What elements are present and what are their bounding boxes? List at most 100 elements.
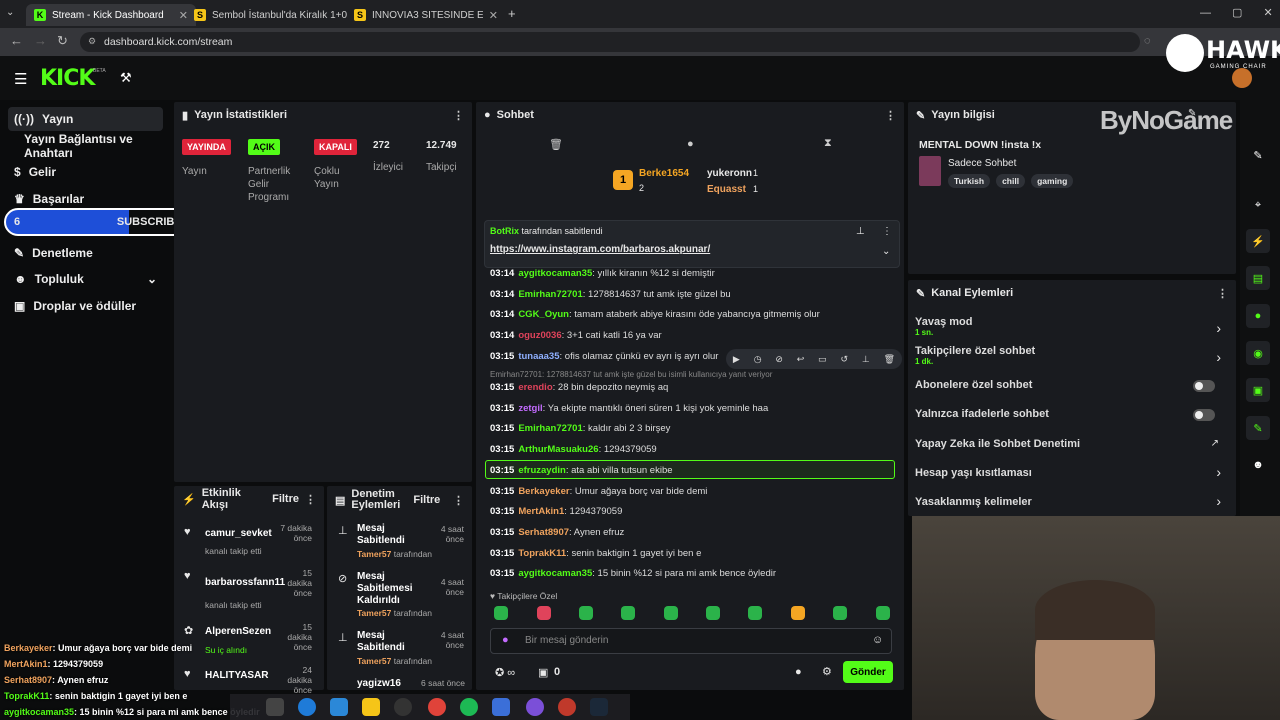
chat-bubble-icon[interactable]: ● (687, 138, 694, 150)
modlog-filter[interactable]: Filtre (413, 494, 440, 506)
steam-icon[interactable] (590, 698, 608, 716)
wrench-icon[interactable]: ✎ (1246, 416, 1270, 440)
message-action-bar[interactable]: ▶ ◷ ⊘ ↩ ▭ ↺ ⊥ 🗑 (726, 349, 902, 369)
chat-message[interactable]: 03:15 efruzaydin: ata abi villa tutsun ek… (490, 465, 673, 476)
chat-message[interactable]: 03:15 ArthurMasuaku26: 1294379059 (490, 444, 657, 455)
tab-innovia[interactable]: S İNNOVİA3 SİTESİNDE EŞYALI KİRA ✕ (346, 4, 506, 26)
people-icon[interactable]: ☻ (1246, 453, 1270, 477)
avatar[interactable] (1232, 68, 1252, 88)
tab-search-icon[interactable]: ⌄ (6, 7, 14, 18)
kick-logo[interactable]: KICK (40, 66, 95, 91)
chat-message[interactable]: 03:15 ToprakK11: senin baktigin 1 gayet i… (490, 548, 701, 559)
tab-kick-dashboard[interactable]: K Stream - Kick Dashboard ✕ (26, 4, 196, 26)
more-icon[interactable]: ⋮ (453, 109, 464, 122)
spotify-icon[interactable] (460, 698, 478, 716)
close-icon[interactable]: ✕ (489, 9, 498, 22)
toggle-switch[interactable] (1193, 409, 1215, 421)
chat-message[interactable]: 03:14 Emirhan72701: 1278814637 tut amk iş… (490, 289, 731, 300)
sidebar-item-stream-key[interactable]: Yayın Bağlantısı ve Anahtarı (18, 132, 170, 160)
more-icon[interactable]: ⋮ (882, 226, 892, 237)
network-icon[interactable] (492, 698, 510, 716)
edge-icon[interactable] (298, 698, 316, 716)
emote-icon[interactable] (791, 606, 805, 620)
tag[interactable]: Turkish (948, 174, 991, 188)
emote-icon[interactable] (621, 606, 635, 620)
chat-message[interactable]: 03:14 aygitkocaman35: yıllık kiranın %12 … (490, 268, 715, 279)
chat-message[interactable]: 03:14 oguz0036: 3+1 cati katli 16 ya var (490, 330, 662, 341)
activity-filter[interactable]: Filtre (272, 493, 299, 505)
obs-icon[interactable] (558, 698, 576, 716)
sidebar-item-denetleme[interactable]: ✎ Denetleme (8, 241, 163, 265)
send-button[interactable]: Gönder (843, 661, 893, 683)
focus-icon[interactable]: ⌖ (1246, 193, 1270, 217)
toggle-switch[interactable] (1193, 380, 1215, 392)
chat-message[interactable]: 03:15 Emirhan72701: kaldır abi 2 3 birşey (490, 423, 670, 434)
emote-icon[interactable] (494, 606, 508, 620)
forward-icon[interactable]: → (34, 33, 47, 48)
more-icon[interactable]: ⋮ (1217, 287, 1228, 300)
menu-icon[interactable]: ☰ (14, 70, 27, 88)
emote-icon[interactable] (833, 606, 847, 620)
shield-icon[interactable]: ▣ (1246, 378, 1270, 402)
banned-words-row[interactable]: Yasaklanmış kelimeler › (915, 493, 1231, 510)
document-icon[interactable]: ▤ (1246, 266, 1270, 290)
emote-icon[interactable] (579, 606, 593, 620)
account-age-row[interactable]: Hesap yaşı kısıtlaması › (915, 464, 1231, 481)
site-info-icon[interactable]: ⚙ (88, 36, 96, 47)
slow-mode-row[interactable]: Yavaş mod 1 sn. › (915, 316, 1231, 340)
sidebar-item-yayin[interactable]: ((·)) Yayın (8, 107, 163, 131)
emote-icon[interactable] (664, 606, 678, 620)
tag[interactable]: chill (996, 174, 1026, 188)
chat-message[interactable]: 03:15 Berkayeker: Umur ağaya borç var bid… (490, 486, 707, 497)
reload-icon[interactable]: ↻ (57, 33, 68, 49)
more-icon[interactable]: ⋮ (453, 494, 464, 507)
eye-off-icon[interactable]: ◌ (1144, 35, 1151, 47)
pinned-link[interactable]: https://www.instagram.com/barbaros.akpun… (490, 244, 710, 255)
chat-message[interactable]: 03:15 aygitkocaman35: 15 binin %12 si par… (490, 568, 776, 579)
back-icon[interactable]: ← (10, 33, 23, 48)
new-tab-button[interactable]: + (508, 6, 516, 21)
emote-icon[interactable] (876, 606, 890, 620)
chat-message[interactable]: 03:15 zetgil: Ya ekipte mantıklı öneri sü… (490, 403, 768, 414)
gift-icon[interactable]: ▣ (538, 666, 548, 679)
pin-icon[interactable]: ⊥ (856, 226, 865, 237)
edit-icon[interactable]: ✎ (1246, 143, 1270, 167)
emote-icon[interactable] (706, 606, 720, 620)
emote-only-row[interactable]: Yalnızca ifadelerle sohbet (915, 408, 1231, 422)
more-icon[interactable]: ⋮ (885, 109, 896, 122)
broadcast-icon[interactable]: ◉ (1246, 341, 1270, 365)
chat-message[interactable]: 03:15 erendio: 28 bin depozito neymiş aq (490, 382, 668, 393)
url-field[interactable]: dashboard.kick.com/stream (80, 32, 1140, 52)
window-controls[interactable]: — ▢ ✕ (1200, 6, 1273, 19)
tag[interactable]: gaming (1031, 174, 1074, 188)
taskbar-app-icon[interactable] (266, 698, 284, 716)
subscribers-only-row[interactable]: Abonelere özel sohbet (915, 379, 1231, 393)
chat-settings-bubble-icon[interactable]: ● (795, 666, 802, 678)
followers-only-row[interactable]: Takipçilere özel sohbet 1 dk. › (915, 345, 1231, 369)
bolt-icon[interactable]: ⚡ (1246, 229, 1270, 253)
chat-message[interactable]: 03:15 MertAkin1: 1294379059 (490, 506, 622, 517)
ai-moderation-row[interactable]: Yapay Zeka ile Sohbet Denetimi ↗ (915, 438, 1231, 452)
mail-icon[interactable] (330, 698, 348, 716)
gear-icon[interactable]: ⚙ (822, 665, 832, 678)
hourglass-icon[interactable]: ⧗ (824, 137, 832, 150)
folder-icon[interactable] (362, 698, 380, 716)
emote-icon[interactable] (537, 606, 551, 620)
xbox-icon[interactable] (394, 698, 412, 716)
emoji-icon[interactable]: ☺ (872, 634, 883, 646)
more-icon[interactable]: ⋮ (305, 493, 316, 506)
mic-icon[interactable]: ● (502, 634, 509, 646)
sidebar-item-topluluk[interactable]: ☻ Topluluk ⌄ (8, 267, 163, 291)
sidebar-item-droplar[interactable]: ▣ Droplar ve ödüller (8, 294, 163, 318)
chat-message[interactable]: 03:15 tunaaa35: ofis olamaz çünkü ev ayrı… (490, 351, 718, 362)
emote-icon[interactable] (748, 606, 762, 620)
chat-icon[interactable]: ● (1246, 304, 1270, 328)
chat-message[interactable]: 03:15 Serhat8907: Aynen efruz (490, 527, 624, 538)
tools-icon[interactable]: ⚒ (120, 70, 132, 86)
chevron-down-icon[interactable]: ⌄ (882, 246, 890, 257)
chat-message[interactable]: 03:14 CGK_Oyun: tamam ataberk abiye kiras… (490, 309, 820, 320)
trash-icon[interactable]: 🗑 (549, 138, 563, 151)
discord-icon[interactable] (526, 698, 544, 716)
tab-sembol[interactable]: S Sembol İstanbul'da Kiralık 1+0 ✕ (186, 4, 356, 26)
sidebar-item-gelir[interactable]: $ Gelir (8, 160, 163, 184)
